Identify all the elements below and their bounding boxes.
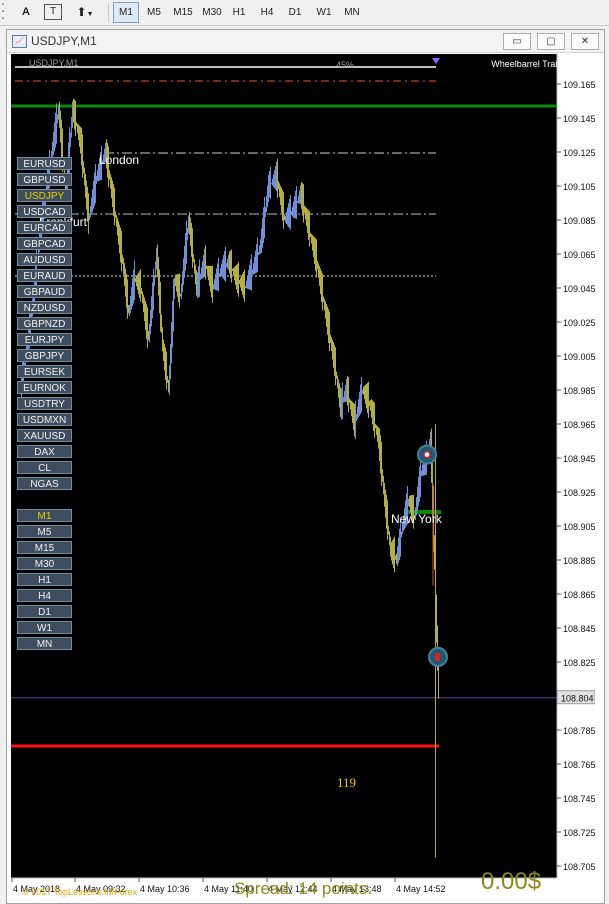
timeframe-button-d1[interactable]: D1 bbox=[17, 605, 72, 618]
chart-window-icon: 📈 bbox=[12, 35, 27, 48]
ea-marker-triangle bbox=[432, 58, 440, 64]
price-tick-label: 108.865 bbox=[563, 590, 595, 600]
symbol-button-cl[interactable]: CL bbox=[17, 461, 72, 474]
timeframe-button-m1[interactable]: M1 bbox=[17, 509, 72, 522]
session-new-york: New York bbox=[391, 512, 442, 526]
timeframe-button-h4[interactable]: H4 bbox=[17, 589, 72, 602]
copyright-text: © 2017 TopLessons.In/Forex bbox=[22, 887, 138, 897]
symbol-button-eursek[interactable]: EURSEK bbox=[17, 365, 72, 378]
spread-text: Spread: 14 points. bbox=[234, 879, 372, 898]
expert-advisor-name: Wheelbarrel Trailing_v1.2 ☺ bbox=[491, 59, 595, 69]
price-tick-label: 108.725 bbox=[563, 828, 595, 838]
price-tick-label: 109.005 bbox=[563, 352, 595, 362]
price-axis-background bbox=[557, 54, 595, 899]
price-tick-label: 109.145 bbox=[563, 114, 595, 124]
symbol-button-audusd[interactable]: AUDUSD bbox=[17, 253, 72, 266]
price-tick-label: 109.085 bbox=[563, 216, 595, 226]
price-tick-label: 108.785 bbox=[563, 726, 595, 736]
symbol-button-gbpusd[interactable]: GBPUSD bbox=[17, 173, 72, 186]
price-tick-label: 108.845 bbox=[563, 624, 595, 634]
bid-price-label: 108.804 bbox=[561, 694, 594, 704]
toolbar-timeframe-m30[interactable]: M30 bbox=[199, 3, 225, 22]
symbol-button-gbpcad[interactable]: GBPCAD bbox=[17, 237, 72, 250]
symbol-button-euraud[interactable]: EURAUD bbox=[17, 269, 72, 282]
chart-header-percent: 45% bbox=[336, 60, 355, 70]
profit-text: 0.00$ bbox=[481, 868, 542, 895]
symbol-button-dax[interactable]: DAX bbox=[17, 445, 72, 458]
symbol-button-eurcad[interactable]: EURCAD bbox=[17, 221, 72, 234]
price-tick-label: 109.045 bbox=[563, 284, 595, 294]
time-tick-label: 4 May 14:52 bbox=[396, 884, 446, 894]
text-label-tool-button[interactable]: T bbox=[44, 4, 62, 20]
price-tick-label: 109.165 bbox=[563, 80, 595, 90]
chart-titlebar[interactable]: 📈 USDJPY,M1 ▭ ▢ ✕ bbox=[7, 30, 604, 53]
text-tool-button[interactable]: A bbox=[18, 2, 34, 22]
price-tick-label: 109.125 bbox=[563, 148, 595, 158]
take-profit-points: 119 bbox=[337, 775, 357, 790]
toolbar: ▪ ▪ ▪ A T ⬆▼ M1 M5 M15 M30 H1 H4 D1 W1 MN bbox=[0, 0, 609, 26]
symbol-button-eurnok[interactable]: EURNOK bbox=[17, 381, 72, 394]
chart-canvas: 109.165 109.145 109.125 109.105 109.085 109.0… bbox=[11, 54, 595, 899]
symbol-button-nzdusd[interactable]: NZDUSD bbox=[17, 301, 72, 314]
toolbar-grip[interactable]: ▪ ▪ ▪ bbox=[2, 2, 7, 22]
minimize-button[interactable]: ▭ bbox=[503, 33, 531, 50]
timeframe-button-h1[interactable]: H1 bbox=[17, 573, 72, 586]
price-tick-label: 108.925 bbox=[563, 488, 595, 498]
price-tick-label: 108.945 bbox=[563, 454, 595, 464]
toolbar-timeframe-m15[interactable]: M15 bbox=[170, 3, 196, 22]
toolbar-timeframe-h4[interactable]: H4 bbox=[256, 3, 278, 22]
price-tick-label: 108.965 bbox=[563, 420, 595, 430]
toolbar-timeframe-w1[interactable]: W1 bbox=[313, 3, 335, 22]
price-tick-label: 108.765 bbox=[563, 760, 595, 770]
price-tick-label: 108.885 bbox=[563, 556, 595, 566]
restore-button[interactable]: ▢ bbox=[537, 33, 565, 50]
price-tick-label: 108.825 bbox=[563, 658, 595, 668]
toolbar-timeframe-m1[interactable]: M1 bbox=[113, 2, 139, 23]
price-tick-label: 108.745 bbox=[563, 794, 595, 804]
timeframe-button-m30[interactable]: M30 bbox=[17, 557, 72, 570]
timeframe-button-w1[interactable]: W1 bbox=[17, 621, 72, 634]
close-button[interactable]: ✕ bbox=[571, 33, 599, 50]
price-tick-label: 109.025 bbox=[563, 318, 595, 328]
price-tick-label: 109.105 bbox=[563, 182, 595, 192]
toolbar-timeframe-h1[interactable]: H1 bbox=[228, 3, 250, 22]
arrows-tool-button[interactable]: ⬆▼ bbox=[70, 2, 100, 22]
dropdown-arrow-icon: ▼ bbox=[86, 11, 94, 18]
time-tick-label: 4 May 10:36 bbox=[140, 884, 190, 894]
timeframe-button-m15[interactable]: M15 bbox=[17, 541, 72, 554]
order-marker-open-dot bbox=[423, 450, 431, 459]
timeframe-button-mn[interactable]: MN bbox=[17, 637, 72, 650]
chart-header-symbol: USDJPY,M1 bbox=[29, 58, 79, 68]
symbol-button-usdmxn[interactable]: USDMXN bbox=[17, 413, 72, 426]
arrows-icon: ⬆ bbox=[76, 5, 87, 19]
session-london: London bbox=[99, 153, 140, 167]
symbol-button-eurjpy[interactable]: EURJPY bbox=[17, 333, 72, 346]
chart-window: 📈 USDJPY,M1 ▭ ▢ ✕ 109.165 109.145 109.125 1… bbox=[6, 29, 605, 904]
price-tick-label: 109.065 bbox=[563, 250, 595, 260]
toolbar-timeframe-mn[interactable]: MN bbox=[341, 3, 363, 22]
order-marker-close-dot bbox=[435, 652, 440, 661]
symbol-button-eurusd[interactable]: EURUSD bbox=[17, 157, 72, 170]
symbol-button-gbpnzd[interactable]: GBPNZD bbox=[17, 317, 72, 330]
symbol-button-gbpaud[interactable]: GBPAUD bbox=[17, 285, 72, 298]
price-chart[interactable]: 109.165 109.145 109.125 109.105 109.085 109.0… bbox=[11, 54, 595, 899]
chart-window-title: USDJPY,M1 bbox=[31, 34, 97, 48]
timeframe-button-m5[interactable]: M5 bbox=[17, 525, 72, 538]
ea-name-text: Wheelbarrel Trailing_v1.2 bbox=[491, 59, 594, 69]
price-tick-label: 108.905 bbox=[563, 522, 595, 532]
symbol-button-xauusd[interactable]: XAUUSD bbox=[17, 429, 72, 442]
symbol-button-usdcad[interactable]: USDCAD bbox=[17, 205, 72, 218]
price-tick-label: 108.985 bbox=[563, 386, 595, 396]
toolbar-timeframe-m5[interactable]: M5 bbox=[142, 3, 166, 22]
symbol-button-ngas[interactable]: NGAS bbox=[17, 477, 72, 490]
price-tick-label: 108.705 bbox=[563, 862, 595, 872]
symbol-button-usdjpy[interactable]: USDJPY bbox=[17, 189, 72, 202]
toolbar-separator bbox=[108, 3, 109, 22]
symbol-button-usdtry[interactable]: USDTRY bbox=[17, 397, 72, 410]
symbol-button-gbpjpy[interactable]: GBPJPY bbox=[17, 349, 72, 362]
toolbar-timeframe-d1[interactable]: D1 bbox=[284, 3, 306, 22]
